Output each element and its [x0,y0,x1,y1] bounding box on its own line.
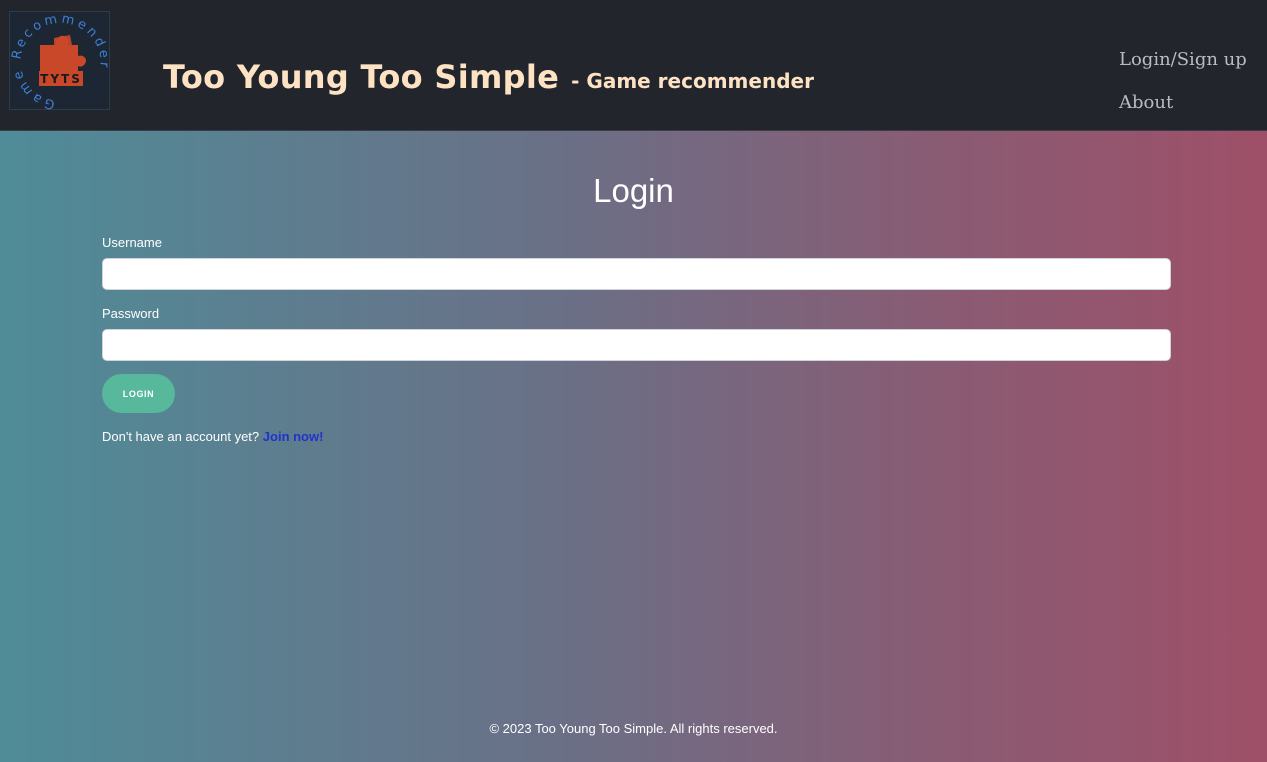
password-label: Password [102,306,160,321]
site-title: Too Young Too Simple [163,58,560,96]
site-subtitle: - Game recommender [571,69,814,93]
signup-prompt: Don't have an account yet? Join now! [102,429,323,444]
logo-badge-text: TYTS [40,72,82,86]
footer-copyright: © 2023 Too Young Too Simple. All rights … [489,721,778,736]
page-title: Login [593,172,674,209]
nav-about-link[interactable]: About [1119,92,1173,113]
logo-graphic: TYTS Game Recommender [10,12,109,111]
nav-login-signup-link[interactable]: Login/Sign up [1119,49,1247,70]
join-now-link[interactable]: Join now! [263,429,324,444]
navbar: TYTS Game Recommender Too Young Too Simp… [0,0,1267,131]
signup-prompt-text: Don't have an account yet? [102,429,260,444]
login-button[interactable]: LOGIN [102,374,175,413]
username-label: Username [102,235,162,250]
brand: Too Young Too Simple - Game recommender [163,58,814,96]
username-input[interactable] [102,258,1171,290]
site-logo[interactable]: TYTS Game Recommender [9,11,110,111]
password-input[interactable] [102,329,1171,361]
